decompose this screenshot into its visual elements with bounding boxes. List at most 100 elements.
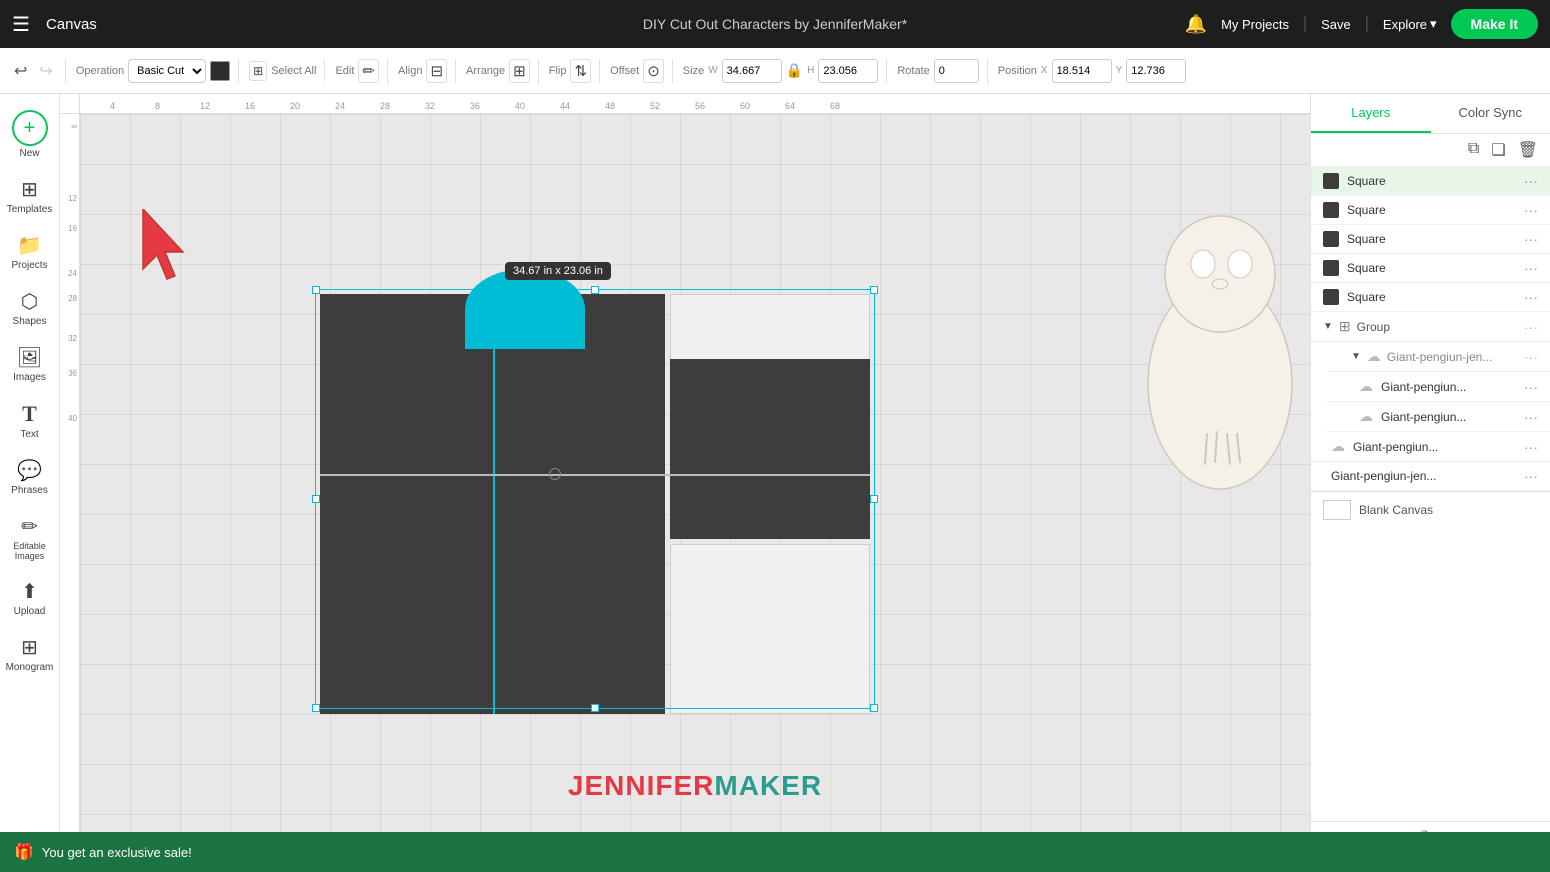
x-input[interactable] xyxy=(1052,59,1112,83)
sale-notification[interactable]: 🎁 You get an exclusive sale! xyxy=(0,832,1550,872)
explore-button[interactable]: Explore ▾ xyxy=(1383,16,1437,32)
sidebar-item-templates[interactable]: ⊞ Templates xyxy=(4,169,56,223)
ruler-corner xyxy=(60,94,80,114)
sidebar-templates-label: Templates xyxy=(7,204,53,215)
layer-more-sq3[interactable]: ··· xyxy=(1524,231,1538,247)
chevron-down-group: ▼ xyxy=(1323,321,1333,332)
layer-item-sq1[interactable]: Square ··· xyxy=(1311,167,1550,196)
delete-icon[interactable]: 🗑 xyxy=(1518,140,1538,160)
tab-color-sync[interactable]: Color Sync xyxy=(1431,94,1550,133)
teal-shape[interactable] xyxy=(465,269,585,349)
sub-group-header[interactable]: ▼ ☁ Giant-pengiun-jen... ··· xyxy=(1327,342,1550,372)
chevron-down-icon: ▾ xyxy=(1430,16,1437,32)
height-input[interactable] xyxy=(818,59,878,83)
tab-layers[interactable]: Layers xyxy=(1311,94,1431,133)
sidebar-item-projects[interactable]: 📁 Projects xyxy=(4,225,56,279)
crosshair-v xyxy=(493,294,495,714)
flip-icon[interactable]: ⇅ xyxy=(570,59,591,83)
group-header[interactable]: ▼ ⊞ Group ··· xyxy=(1311,312,1550,342)
edit-pen-icon[interactable]: ✏ xyxy=(358,59,379,83)
make-it-button[interactable]: Make It xyxy=(1451,9,1538,39)
select-all-label[interactable]: Select All xyxy=(271,65,316,77)
operation-select[interactable]: Basic Cut xyxy=(128,59,206,83)
position-label: Position xyxy=(998,65,1037,77)
edit-group: Edit ✏ xyxy=(335,59,388,83)
layer-more-pg2[interactable]: ··· xyxy=(1524,379,1538,395)
layer-item-sq4[interactable]: Square ··· xyxy=(1311,254,1550,283)
right-panel: Layers Color Sync ⧉ ❑ 🗑 Square ··· Squar… xyxy=(1310,94,1550,872)
duplicate-icon[interactable]: ⧉ xyxy=(1468,140,1479,160)
undo-button[interactable]: ↩ xyxy=(10,59,31,83)
sidebar-item-new[interactable]: + New xyxy=(4,102,56,167)
group-more[interactable]: ··· xyxy=(1524,319,1538,335)
sub-group-label: Giant-pengiun-jen... xyxy=(1387,350,1518,364)
arrange-group: Arrange ⊞ xyxy=(466,59,539,83)
layer-more-pg4[interactable]: ··· xyxy=(1524,439,1538,455)
sale-icon: 🎁 xyxy=(14,842,34,862)
copy-icon[interactable]: ❑ xyxy=(1491,140,1505,160)
lock-icon[interactable]: 🔒 xyxy=(786,62,803,79)
penguin-svg xyxy=(1135,194,1305,524)
sub-group-more[interactable]: ··· xyxy=(1524,349,1538,365)
sidebar-item-upload[interactable]: ⬆ Upload xyxy=(4,571,56,625)
layers-top-icons: ⧉ ❑ 🗑 xyxy=(1311,134,1550,167)
w-label: W xyxy=(708,65,717,76)
bell-icon[interactable]: 🔔 xyxy=(1185,14,1207,35)
rotate-group: Rotate xyxy=(897,59,987,83)
offset-icon[interactable]: ⊙ xyxy=(643,59,664,83)
dark-square-mid-right[interactable] xyxy=(670,359,870,539)
sidebar-item-editable-images[interactable]: ✏ Editable Images xyxy=(4,506,56,569)
images-icon: 🖼 xyxy=(17,345,42,370)
cloud-icon-pg4: ☁ xyxy=(1331,438,1345,455)
layer-more-sq2[interactable]: ··· xyxy=(1524,202,1538,218)
save-button[interactable]: Save xyxy=(1321,17,1351,32)
sidebar-item-text[interactable]: T Text xyxy=(4,393,56,448)
offset-label[interactable]: Offset xyxy=(610,65,639,77)
sidebar-monogram-label: Monogram xyxy=(6,662,54,673)
layer-color-sq3 xyxy=(1323,231,1339,247)
canvas-viewport[interactable]: 34.67 in x 23.06 in xyxy=(80,114,1310,842)
layer-more-sq4[interactable]: ··· xyxy=(1524,260,1538,276)
layer-item-pg2[interactable]: ☁ Giant-pengiun... ··· xyxy=(1327,372,1550,402)
arrange-label[interactable]: Arrange xyxy=(466,65,505,77)
rotate-input[interactable] xyxy=(934,59,979,83)
right-tabs: Layers Color Sync xyxy=(1311,94,1550,134)
blank-canvas-item[interactable]: Blank Canvas xyxy=(1311,491,1550,528)
layer-item-pg5[interactable]: Giant-pengiun-jen... ··· xyxy=(1311,462,1550,491)
layer-color-sq2 xyxy=(1323,202,1339,218)
layer-item-sq2[interactable]: Square ··· xyxy=(1311,196,1550,225)
color-box[interactable] xyxy=(210,61,230,81)
separator2: | xyxy=(1365,15,1369,33)
sidebar-item-shapes[interactable]: ⬡ Shapes xyxy=(4,281,56,335)
layer-item-pg3[interactable]: ☁ Giant-pengiun... ··· xyxy=(1327,402,1550,432)
flip-group: Flip ⇅ xyxy=(549,59,600,83)
flip-label[interactable]: Flip xyxy=(549,65,567,77)
layer-more-pg5[interactable]: ··· xyxy=(1524,468,1538,484)
align-label[interactable]: Align xyxy=(398,65,422,77)
select-all-button[interactable]: ⊞ xyxy=(249,61,267,81)
layer-item-sq3[interactable]: Square ··· xyxy=(1311,225,1550,254)
sidebar-item-monogram[interactable]: ⊞ Monogram xyxy=(4,627,56,681)
edit-label[interactable]: Edit xyxy=(335,65,354,77)
menu-icon[interactable]: ☰ xyxy=(12,12,30,37)
size-group: Size W 🔒 H xyxy=(683,59,888,83)
left-sidebar: + New ⊞ Templates 📁 Projects ⬡ Shapes 🖼 … xyxy=(0,94,60,872)
layer-more-pg3[interactable]: ··· xyxy=(1524,409,1538,425)
white-square-bottom-right[interactable] xyxy=(670,544,870,714)
layer-more-sq5[interactable]: ··· xyxy=(1524,289,1538,305)
canvas-area[interactable]: 4 8 12 16 20 24 28 32 36 40 44 48 52 56 … xyxy=(60,94,1310,872)
width-input[interactable] xyxy=(722,59,782,83)
doc-title: DIY Cut Out Characters by JenniferMaker* xyxy=(643,16,907,32)
arrange-icon[interactable]: ⊞ xyxy=(509,59,530,83)
layer-more-sq1[interactable]: ··· xyxy=(1524,173,1538,189)
redo-button[interactable]: ↪ xyxy=(35,59,56,83)
new-icon: + xyxy=(12,110,48,146)
vertical-ruler: ∞ 12 16 24 28 32 36 40 xyxy=(60,114,80,872)
sidebar-item-images[interactable]: 🖼 Images xyxy=(4,337,56,391)
layer-item-sq5[interactable]: Square ··· xyxy=(1311,283,1550,312)
align-icon[interactable]: ⊟ xyxy=(426,59,447,83)
sidebar-item-phrases[interactable]: 💬 Phrases xyxy=(4,450,56,504)
layer-item-pg4[interactable]: ☁ Giant-pengiun... ··· xyxy=(1311,432,1550,462)
my-projects-link[interactable]: My Projects xyxy=(1221,17,1289,32)
y-input[interactable] xyxy=(1126,59,1186,83)
